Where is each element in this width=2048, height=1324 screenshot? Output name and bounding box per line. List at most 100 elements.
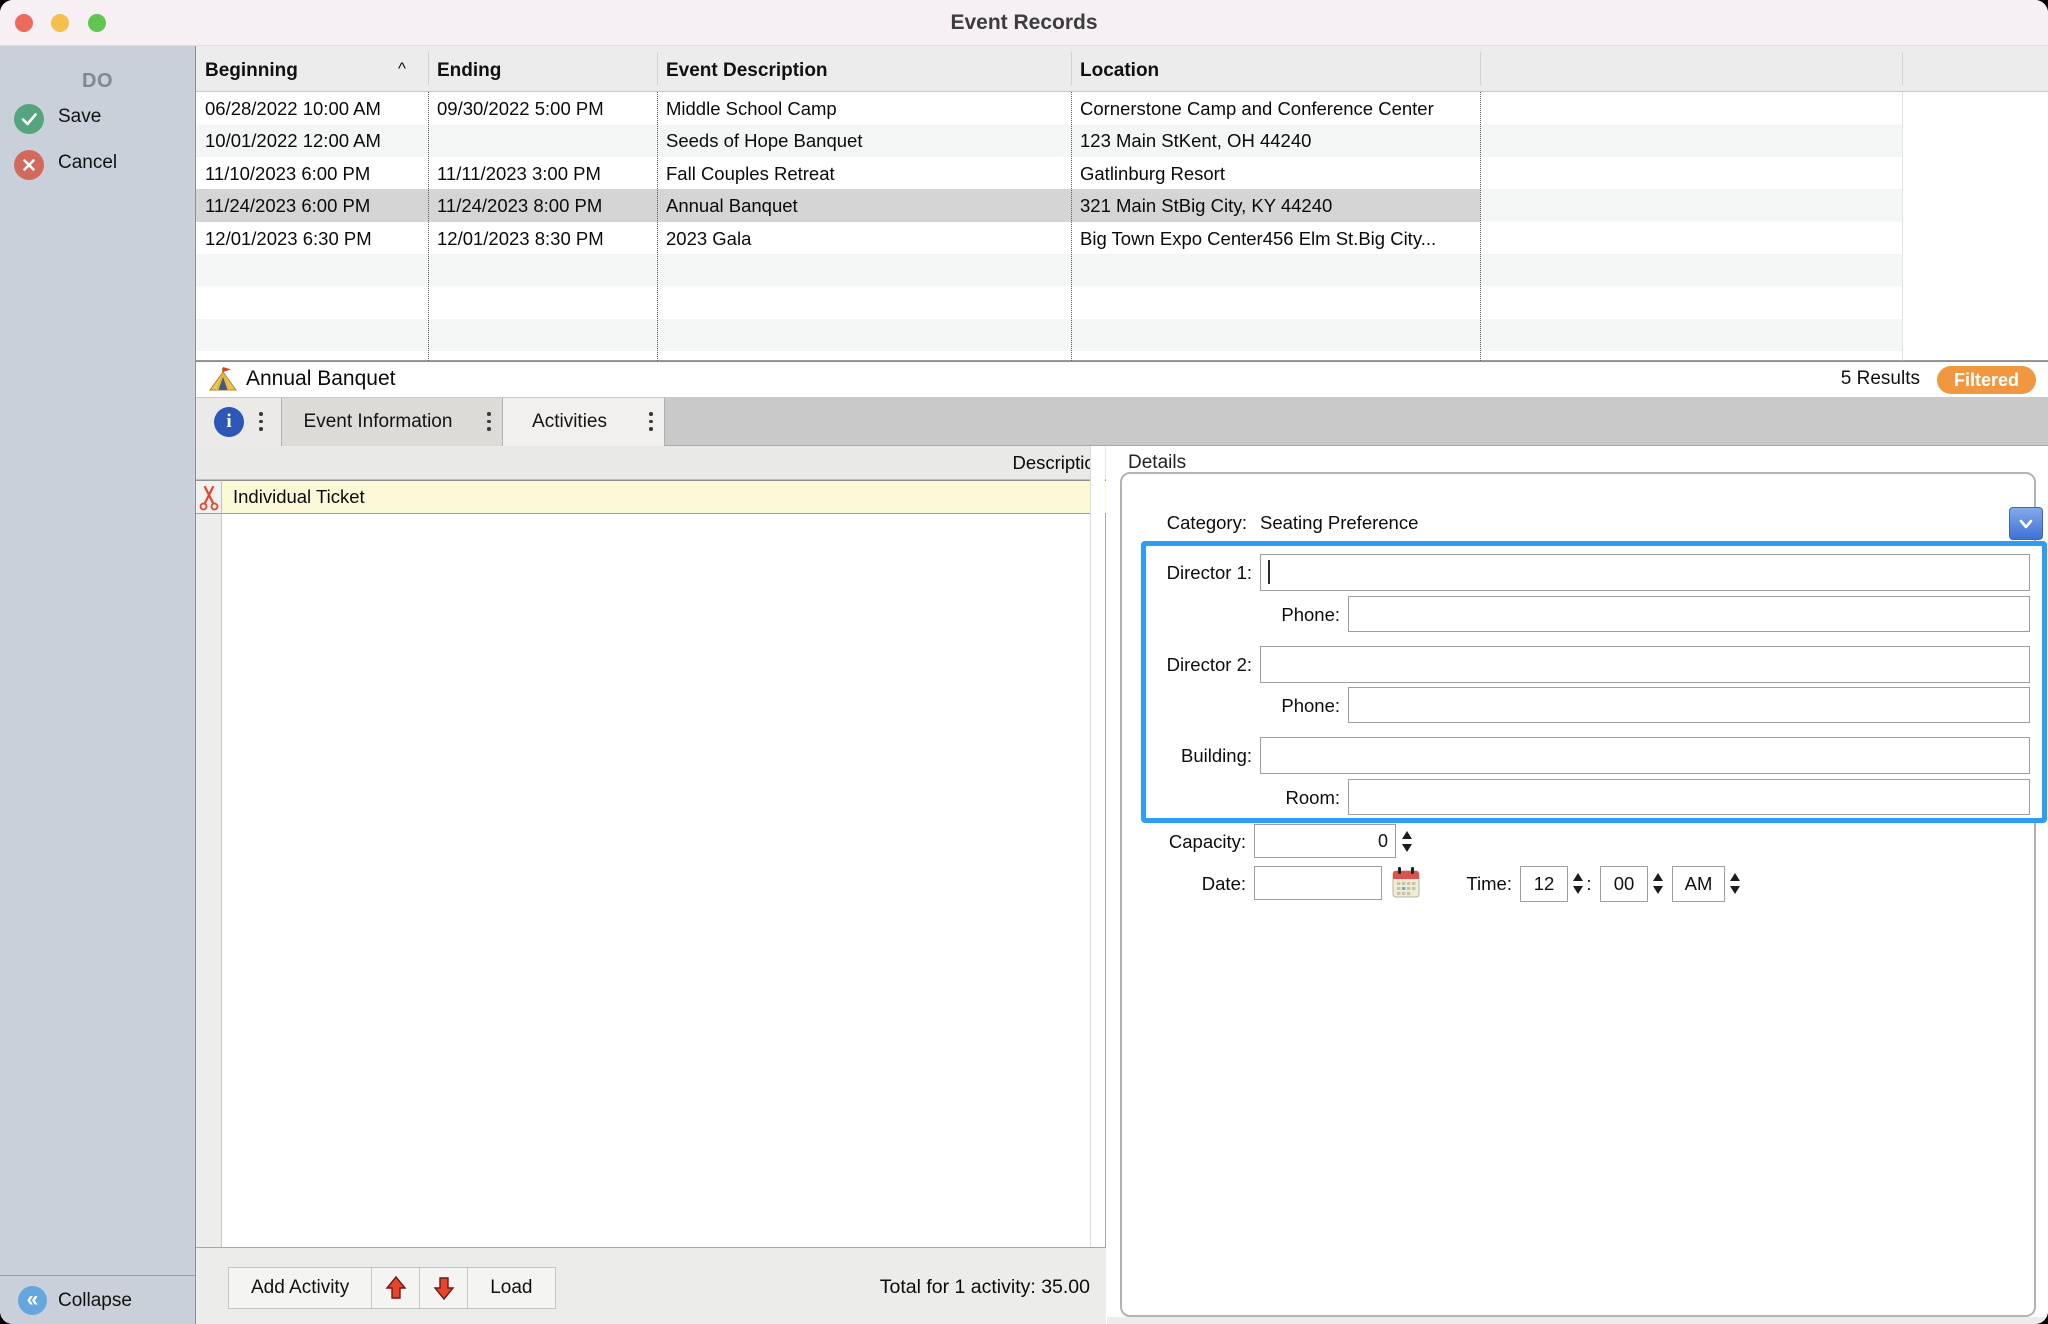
filtered-badge[interactable]: Filtered [1937, 366, 2036, 394]
building-label: Building: [1146, 744, 1252, 768]
text-cursor [1268, 560, 1270, 584]
header-divider [657, 52, 658, 85]
load-button[interactable]: Load [468, 1268, 554, 1308]
delete-activity-cell[interactable] [196, 480, 222, 514]
hour-stepper[interactable] [1570, 868, 1585, 898]
segment-menu-dots-icon[interactable] [259, 412, 263, 435]
table-row[interactable]: 10/01/2022 12:00 AM Seeds of Hope Banque… [196, 124, 1902, 157]
scissors-icon [198, 484, 220, 512]
details-group-box: Category: Seating Preference Director 1:… [1120, 472, 2036, 1317]
collapse-chevrons-icon: « [18, 1286, 47, 1315]
director2-label: Director 2: [1146, 653, 1252, 677]
building-input[interactable] [1260, 737, 2030, 774]
cell-ending: 09/30/2022 5:00 PM [437, 92, 653, 125]
column-header-location[interactable]: Location [1071, 46, 1480, 92]
date-input[interactable] [1254, 866, 1382, 900]
director1-label: Director 1: [1146, 561, 1252, 585]
column-separator [428, 92, 429, 361]
tab-menu-dots-icon[interactable] [487, 412, 491, 435]
director1-phone-input[interactable] [1348, 596, 2030, 632]
time-minute-input[interactable] [1600, 866, 1648, 902]
record-bar: Annual Banquet 5 Results Filtered [196, 361, 2048, 398]
date-label: Date: [1140, 872, 1246, 896]
tab-activities[interactable]: Activities [503, 398, 665, 446]
add-activity-button[interactable]: Add Activity [229, 1268, 372, 1308]
director2-phone-input[interactable] [1348, 687, 2030, 723]
meridiem-stepper[interactable] [1727, 868, 1742, 898]
director2-phone-label: Phone: [1256, 694, 1340, 718]
header-divider [1480, 52, 1481, 85]
activity-row[interactable]: Individual Ticket [222, 480, 1106, 514]
minute-stepper[interactable] [1650, 868, 1665, 898]
event-records-window: Event Records DO Save Cancel « Collapse … [0, 0, 2048, 1324]
details-title: Details [1128, 452, 1186, 474]
time-label: Time: [1407, 872, 1512, 896]
cell-beginning: 12/01/2023 6:30 PM [205, 222, 423, 255]
cancel-button-label: Cancel [58, 152, 117, 174]
move-up-button[interactable] [372, 1268, 420, 1308]
directors-field-group: Director 1: Phone: Director 2: Phone: Bu… [1141, 541, 2047, 823]
cell-location: 321 Main StBig City, KY 44240 [1080, 189, 1474, 222]
director1-input[interactable] [1260, 554, 2030, 591]
capacity-stepper[interactable] [1399, 826, 1414, 856]
cell-beginning: 10/01/2022 12:00 AM [205, 124, 423, 157]
time-meridiem-input[interactable] [1672, 866, 1725, 902]
tab-label: Activities [503, 398, 636, 446]
event-table-body: 06/28/2022 10:00 AM 09/30/2022 5:00 PM M… [196, 92, 1902, 361]
window-title: Event Records [0, 0, 2048, 46]
table-row-selected[interactable]: 11/24/2023 6:00 PM 11/24/2023 8:00 PM An… [196, 189, 1902, 222]
description-column-header[interactable]: Description [222, 446, 1106, 480]
results-count: 5 Results [1841, 368, 1920, 390]
cell-ending: 11/24/2023 8:00 PM [437, 189, 653, 222]
tab-menu-dots-icon[interactable] [649, 412, 653, 435]
gutter-header-cell [196, 446, 222, 480]
table-right-margin [1902, 92, 2048, 361]
cell-beginning: 06/28/2022 10:00 AM [205, 92, 423, 125]
room-label: Room: [1256, 786, 1340, 810]
cell-event-description: Annual Banquet [666, 189, 1064, 222]
column-header-ending[interactable]: Ending [428, 46, 657, 92]
cell-location: Cornerstone Camp and Conference Center [1080, 92, 1474, 125]
activities-bottom-bar: Add Activity Load Total for 1 activity: … [196, 1247, 1106, 1324]
cell-event-description: Seeds of Hope Banquet [666, 124, 1064, 157]
time-hour-input[interactable] [1520, 866, 1568, 902]
tab-label: Event Information [282, 398, 474, 446]
cell-ending: 12/01/2023 8:30 PM [437, 222, 653, 255]
activities-button-strip: Add Activity Load [228, 1267, 556, 1309]
director2-input[interactable] [1260, 646, 2030, 683]
column-separator [1071, 92, 1072, 361]
tab-event-information[interactable]: Event Information [282, 398, 503, 446]
move-down-button[interactable] [420, 1268, 468, 1308]
category-dropdown-button[interactable] [2009, 507, 2043, 540]
window-bottom-strip [1107, 1317, 2048, 1324]
column-separator [657, 92, 658, 361]
info-icon[interactable]: i [214, 407, 244, 437]
capacity-label: Capacity: [1140, 830, 1246, 854]
tent-icon [208, 366, 238, 401]
room-input[interactable] [1348, 779, 2030, 815]
table-row[interactable]: 12/01/2023 6:30 PM 12/01/2023 8:30 PM 20… [196, 222, 1902, 255]
cell-event-description: Fall Couples Retreat [666, 157, 1064, 190]
red-up-arrow-icon [384, 1275, 408, 1301]
header-divider [1071, 52, 1072, 85]
column-header-event-description[interactable]: Event Description [657, 46, 1071, 92]
record-title: Annual Banquet [246, 367, 395, 391]
cell-event-description: 2023 Gala [666, 222, 1064, 255]
cell-event-description: Middle School Camp [666, 92, 1064, 125]
cell-ending [437, 124, 653, 157]
save-check-icon [14, 104, 44, 134]
save-button[interactable]: Save [0, 101, 195, 139]
column-header-beginning[interactable]: Beginning ^ [196, 46, 428, 92]
collapse-bar[interactable]: « Collapse [0, 1275, 195, 1324]
activities-scrollbar[interactable] [1090, 446, 1105, 1247]
header-divider [428, 52, 429, 85]
save-button-label: Save [58, 106, 101, 128]
title-bar: Event Records [0, 0, 2048, 46]
cancel-button[interactable]: Cancel [0, 147, 195, 185]
cell-beginning: 11/10/2023 6:00 PM [205, 157, 423, 190]
table-row[interactable]: 06/28/2022 10:00 AM 09/30/2022 5:00 PM M… [196, 92, 1902, 125]
table-row[interactable]: 11/10/2023 6:00 PM 11/11/2023 3:00 PM Fa… [196, 157, 1902, 190]
capacity-input[interactable] [1254, 824, 1396, 858]
details-panel: Details Category: Seating Preference Dir… [1107, 446, 2048, 1317]
cell-location: 123 Main StKent, OH 44240 [1080, 124, 1474, 157]
